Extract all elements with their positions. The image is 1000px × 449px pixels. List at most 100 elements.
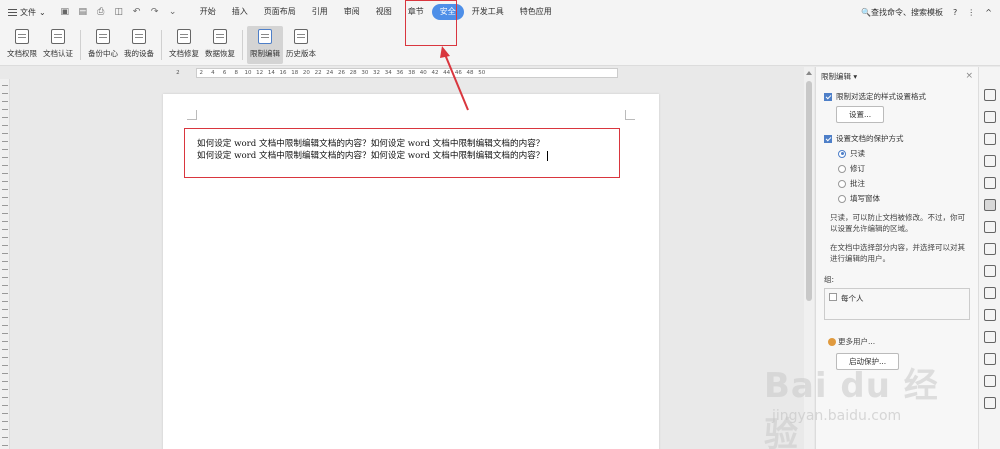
watermark-url: jingyan.baidu.com [772, 408, 902, 424]
settings-button[interactable]: 设置... [836, 106, 885, 123]
document-tools-icon[interactable] [984, 221, 996, 233]
ruler-number: 36 [396, 70, 404, 76]
format-restriction-checkbox-row[interactable]: 限制对选定的样式设置格式 [824, 91, 970, 102]
radio-button[interactable] [838, 179, 846, 188]
ruler-tick [2, 181, 8, 182]
readonly-description: 只读，可以防止文档被修改。不过，你可以设置允许编辑的区域。 [830, 213, 965, 233]
ruler-tick [2, 141, 8, 142]
ribbon-divider [161, 30, 162, 60]
everyone-label: 每个人 [841, 294, 864, 303]
protection-checkbox-row[interactable]: 设置文档的保护方式 [824, 133, 970, 144]
file-menu-button[interactable]: 文件 ⌄ [0, 0, 54, 24]
radio-comments[interactable]: 批注 [838, 178, 970, 189]
tab-review[interactable]: 审阅 [336, 4, 368, 20]
ruler-number: 8 [234, 70, 239, 76]
more-options-button[interactable]: ⋮ [967, 8, 975, 17]
lock-icon[interactable] [984, 199, 996, 211]
restrict-editing-label: 限制编辑 [250, 49, 280, 58]
format-icon[interactable] [984, 133, 996, 145]
file-menu-label: 文件 [20, 7, 36, 17]
style-icon[interactable] [984, 155, 996, 167]
wps-writer-window: 文件 ⌄ ▣ ▤ ⎙ ◫ ↶ ↷ ⌄ 开始 插入 页面布局 引用 审阅 视图 章… [0, 0, 1000, 449]
redo-icon[interactable]: ↷ [150, 7, 160, 17]
document-repair-button[interactable]: 文档修复 [166, 26, 202, 64]
radio-fill-forms-label: 填写窗体 [850, 194, 880, 203]
ruler-tick [2, 341, 8, 342]
adjust-icon[interactable] [984, 177, 996, 189]
export-icon[interactable]: ▤ [78, 7, 88, 17]
print-icon[interactable]: ⎙ [96, 7, 106, 17]
tab-developer[interactable]: 开发工具 [464, 4, 512, 20]
quick-access-toolbar: ▣ ▤ ⎙ ◫ ↶ ↷ ⌄ [60, 7, 178, 17]
command-search[interactable]: 🔍查找命令、搜索模板 [861, 7, 943, 18]
ruler-tick [2, 213, 8, 214]
image-icon[interactable] [984, 309, 996, 321]
close-icon[interactable]: × [965, 71, 973, 81]
document-permission-button[interactable]: 文档权限 [4, 26, 40, 64]
vertical-ruler[interactable] [0, 79, 10, 449]
more-tools-icon[interactable] [984, 375, 996, 387]
share-icon[interactable] [984, 243, 996, 255]
panel-title[interactable]: 限制编辑 ▾ [821, 71, 857, 82]
history-icon[interactable] [984, 353, 996, 365]
preview-icon[interactable]: ◫ [114, 7, 124, 17]
ruler-tick [2, 221, 8, 222]
everyone-checkbox[interactable] [829, 293, 837, 301]
user-group-list[interactable]: 每个人 [824, 288, 970, 320]
radio-track-changes-label: 修订 [850, 164, 865, 173]
tab-page-layout[interactable]: 页面布局 [256, 4, 304, 20]
ruler-number: 24 [326, 70, 334, 76]
radio-readonly-label: 只读 [850, 149, 865, 158]
more-users-link[interactable]: 更多用户... [828, 336, 978, 347]
my-devices-button[interactable]: 我的设备 [121, 26, 157, 64]
scroll-up-arrow-icon[interactable] [806, 71, 812, 75]
ribbon-divider [80, 30, 81, 60]
undo-icon[interactable]: ↶ [132, 7, 142, 17]
watermark-logo-text: Bai du 经验 [764, 366, 939, 449]
selection-description: 在文档中选择部分内容，并选择可以对其进行编辑的用户。 [830, 243, 965, 263]
radio-button[interactable] [838, 194, 846, 203]
radio-button[interactable] [838, 164, 846, 173]
text-highlight-box [184, 128, 620, 178]
more-quick-icon[interactable]: ⌄ [168, 7, 178, 17]
ruler-tick [2, 245, 8, 246]
tab-home[interactable]: 开始 [192, 4, 224, 20]
baidu-jingyan-watermark: Bai du 经验 jingyan.baidu.com [764, 358, 950, 449]
collapse-ribbon-button[interactable]: ^ [985, 8, 992, 17]
archive-icon[interactable] [984, 287, 996, 299]
help-button[interactable]: ? [953, 8, 957, 17]
menu-bar: 文件 ⌄ ▣ ▤ ⎙ ◫ ↶ ↷ ⌄ 开始 插入 页面布局 引用 审阅 视图 章… [0, 0, 1000, 24]
format-restriction-checkbox[interactable] [824, 92, 832, 101]
backup-center-button[interactable]: 备份中心 [85, 26, 121, 64]
document-certify-button[interactable]: 文档认证 [40, 26, 76, 64]
radio-readonly[interactable]: 只读 [838, 148, 970, 159]
ruler-number: 28 [349, 70, 357, 76]
ruler-tick [2, 85, 8, 86]
tab-view[interactable]: 视图 [368, 4, 400, 20]
menu-right-tools: 🔍查找命令、搜索模板 ? ⋮ ^ [861, 0, 992, 24]
backup-icon[interactable] [984, 331, 996, 343]
translate-icon[interactable] [984, 265, 996, 277]
data-recovery-button[interactable]: 数据恢复 [202, 26, 238, 64]
ruler-number: 4 [211, 70, 215, 76]
help-icon[interactable] [984, 397, 996, 409]
edit-icon[interactable] [984, 89, 996, 101]
restrict-editing-button[interactable]: 限制编辑 [247, 26, 283, 64]
tab-special-apps[interactable]: 特色应用 [512, 4, 560, 20]
hamburger-icon [8, 8, 17, 16]
ruler-tick [2, 349, 8, 350]
ruler-number: 12 [256, 70, 264, 76]
radio-track-changes[interactable]: 修订 [838, 163, 970, 174]
tab-insert[interactable]: 插入 [224, 4, 256, 20]
radio-button[interactable] [838, 149, 846, 158]
scrollbar-thumb[interactable] [806, 81, 812, 301]
radio-fill-forms[interactable]: 填写窗体 [838, 193, 970, 204]
select-cursor-icon[interactable] [984, 111, 996, 123]
ruler-number: 14 [267, 70, 275, 76]
ruler-tick [2, 317, 8, 318]
version-history-button[interactable]: 历史版本 [283, 26, 319, 64]
horizontal-ruler[interactable]: 2 2 4 6 8 10 12 14 16 18 20 22 24 26 28 30 32 34 36 38 40 42 4… [0, 67, 815, 79]
save-icon[interactable]: ▣ [60, 7, 70, 17]
tab-references[interactable]: 引用 [304, 4, 336, 20]
protection-checkbox[interactable] [824, 134, 832, 143]
